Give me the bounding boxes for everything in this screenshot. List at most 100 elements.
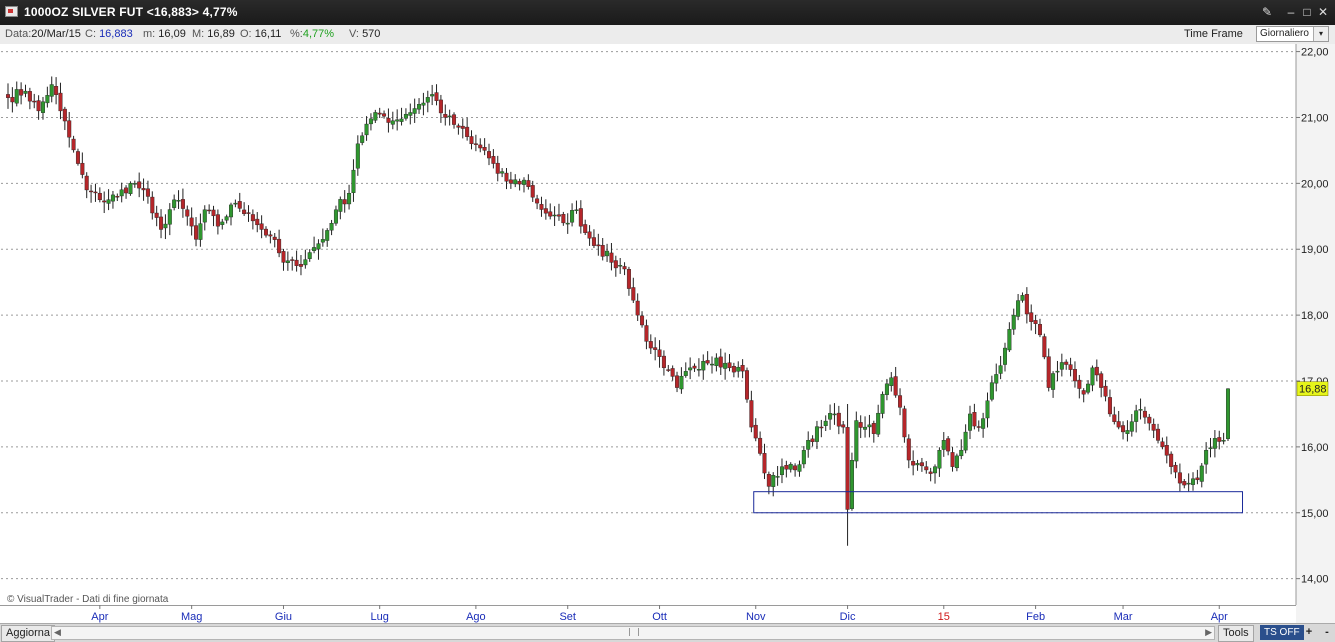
- candle-down: [587, 231, 592, 239]
- candle-up: [1059, 362, 1064, 370]
- candle-down: [784, 465, 789, 470]
- candle-down: [692, 365, 697, 369]
- candle-up: [1055, 370, 1060, 373]
- candle-up: [937, 450, 942, 469]
- candle-down: [145, 188, 150, 197]
- candle-down: [5, 94, 10, 98]
- candle-down: [902, 408, 907, 438]
- candle-down: [578, 208, 583, 227]
- close-button[interactable]: ✕: [1316, 5, 1330, 19]
- candle-down: [543, 208, 548, 214]
- candle-down: [950, 452, 955, 467]
- candle-down: [115, 195, 120, 198]
- x-tick-label: Giu: [275, 611, 292, 623]
- candle-down: [237, 201, 242, 209]
- candle-up: [574, 209, 579, 211]
- candle-up: [788, 463, 793, 470]
- x-tick-label: Ott: [652, 611, 667, 623]
- candle-down: [495, 162, 500, 174]
- candle-down: [653, 347, 658, 350]
- candle-down: [1156, 428, 1161, 441]
- zoom-in-button[interactable]: +: [1302, 625, 1316, 640]
- candle-down: [906, 438, 911, 461]
- candle-down: [211, 209, 216, 217]
- refresh-button[interactable]: Aggiorna: [1, 625, 56, 642]
- candle-down: [845, 427, 850, 510]
- candle-up: [849, 460, 854, 509]
- candle-up: [430, 94, 435, 97]
- y-tick-label: 14,00: [1301, 574, 1329, 586]
- candle-down: [1169, 453, 1174, 467]
- candle-up: [941, 440, 946, 450]
- y-tick-label: 16,00: [1301, 442, 1329, 454]
- dropdown-icon[interactable]: ▾: [1313, 27, 1328, 41]
- candle-up: [14, 89, 19, 104]
- candle-down: [635, 300, 640, 316]
- scroll-left-icon[interactable]: ◀: [54, 627, 61, 638]
- candle-down: [1116, 421, 1121, 428]
- pin-icon[interactable]: ✎: [1260, 5, 1274, 19]
- candle-up: [224, 216, 229, 221]
- y-tick-label: 21,00: [1301, 112, 1329, 124]
- candle-up: [368, 118, 373, 125]
- candle-down: [281, 251, 286, 263]
- candle-down: [272, 236, 277, 240]
- candle-down: [972, 412, 977, 427]
- candle-up: [1007, 329, 1012, 351]
- maximize-button[interactable]: □: [1300, 5, 1314, 19]
- candle-down: [342, 199, 347, 205]
- ts-off-button[interactable]: TS OFF: [1260, 625, 1304, 640]
- candle-up: [814, 426, 819, 442]
- x-tick-label: Mar: [1114, 611, 1133, 623]
- candle-up: [915, 463, 920, 466]
- candle-up: [854, 420, 859, 462]
- candle-down: [622, 266, 627, 270]
- zoom-out-button[interactable]: -: [1320, 625, 1334, 640]
- candle-down: [89, 190, 94, 193]
- candle-down: [434, 92, 439, 101]
- candle-down: [386, 117, 391, 123]
- candle-down: [1024, 294, 1029, 315]
- candle-up: [176, 200, 181, 202]
- candle-up: [521, 179, 526, 185]
- candle-down: [456, 125, 461, 128]
- scroll-right-icon[interactable]: ▶: [1205, 627, 1212, 638]
- candle-up: [832, 413, 837, 416]
- candle-down: [504, 172, 509, 182]
- quote-info-bar: Data:20/Mar/15 C: 16,883 m: 16,09 M: 16,…: [0, 25, 1335, 45]
- candle-up: [395, 119, 400, 122]
- candle-down: [298, 264, 303, 267]
- candle-down: [640, 315, 645, 326]
- candle-down: [452, 114, 457, 125]
- candle-down: [871, 423, 876, 434]
- candle-down: [19, 89, 24, 96]
- candle-up: [880, 393, 885, 414]
- horizontal-scrollbar[interactable]: ◀ ▶: [51, 626, 1215, 640]
- candle-down: [600, 245, 605, 257]
- scroll-thumb[interactable]: [629, 628, 639, 636]
- date-field: Data:20/Mar/15: [5, 28, 81, 40]
- candle-down: [491, 156, 496, 164]
- candle-up: [513, 179, 518, 185]
- candle-down: [194, 225, 199, 240]
- candle-down: [1173, 464, 1178, 473]
- candle-down: [561, 214, 566, 224]
- candle-down: [810, 438, 815, 442]
- candle-up: [933, 466, 938, 474]
- candle-down: [766, 473, 771, 487]
- candle-down: [705, 360, 710, 364]
- candle-down: [185, 209, 190, 217]
- candle-up: [106, 199, 111, 204]
- candle-down: [539, 204, 544, 210]
- price-chart[interactable]: 22,0021,0020,0019,0018,0017,0016,0015,00…: [0, 44, 1335, 623]
- x-tick-label: 15: [938, 611, 950, 623]
- minimize-button[interactable]: –: [1284, 5, 1298, 19]
- time-frame-select[interactable]: Giornaliero ▾: [1256, 26, 1329, 42]
- candle-down: [482, 147, 487, 151]
- candle-up: [605, 250, 610, 257]
- tools-button[interactable]: Tools: [1218, 625, 1254, 642]
- x-tick-label: Set: [559, 611, 576, 623]
- candle-down: [548, 211, 553, 217]
- candle-up: [351, 169, 356, 193]
- candle-up: [500, 171, 505, 174]
